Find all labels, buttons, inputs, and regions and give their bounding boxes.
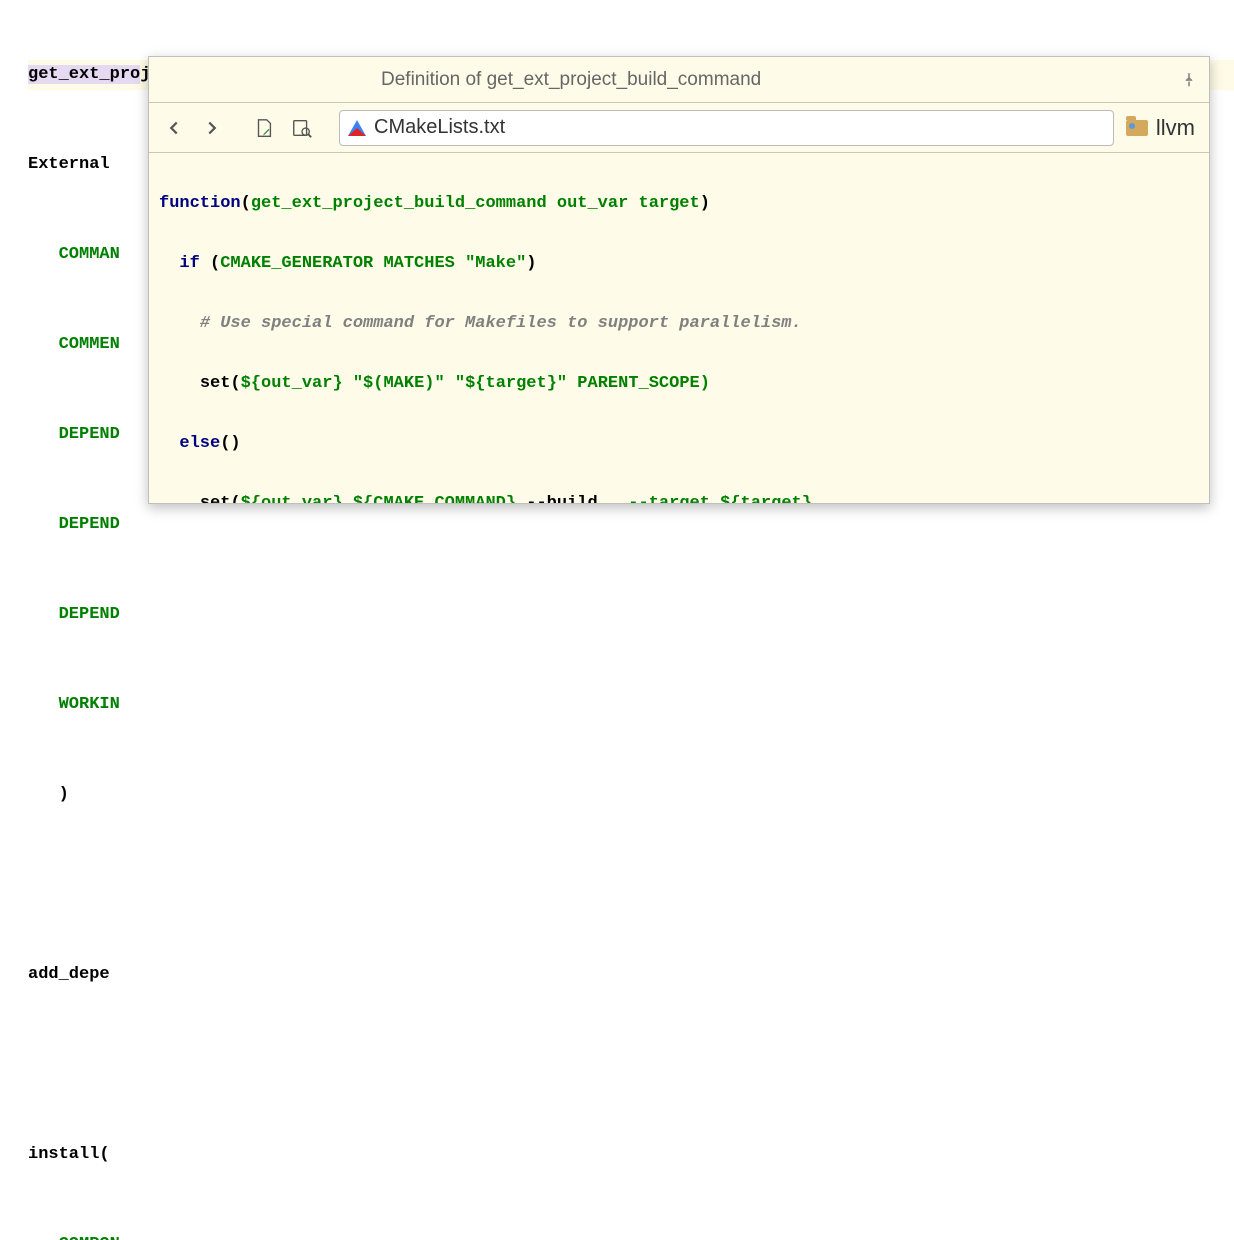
file-path-box[interactable]: CMakeLists.txt: [339, 110, 1114, 146]
code-line: WORKIN: [28, 690, 1234, 720]
project-root-label: llvm: [1156, 115, 1195, 141]
pin-icon[interactable]: [1179, 70, 1199, 90]
code-line: set(${out_var} ${CMAKE_COMMAND} --build …: [159, 489, 1199, 503]
definition-popup: Definition of get_ext_project_build_comm…: [148, 56, 1210, 504]
code-line: add_depe: [28, 960, 1234, 990]
cmake-file-icon: [348, 120, 366, 136]
code-line: set(${out_var} "$(MAKE)" "${target}" PAR…: [159, 369, 1199, 399]
popup-header: Definition of get_ext_project_build_comm…: [149, 57, 1209, 103]
folder-icon: [1126, 120, 1148, 136]
code-line: install(: [28, 1140, 1234, 1170]
code-line: COMPON: [28, 1230, 1234, 1240]
code-line: else(): [159, 429, 1199, 459]
file-path-text: CMakeLists.txt: [374, 116, 505, 139]
code-line: ): [28, 780, 1234, 810]
code-line: # Use special command for Makefiles to s…: [159, 309, 1199, 339]
forward-button[interactable]: [197, 113, 227, 143]
code-line: function(get_ext_project_build_command o…: [159, 189, 1199, 219]
find-usages-button[interactable]: [287, 113, 317, 143]
code-line: if (CMAKE_GENERATOR MATCHES "Make"): [159, 249, 1199, 279]
code-line: DEPEND: [28, 510, 1234, 540]
popup-title: Definition of get_ext_project_build_comm…: [381, 69, 761, 91]
code-line: [28, 870, 1234, 900]
edit-source-button[interactable]: [249, 113, 279, 143]
popup-code[interactable]: function(get_ext_project_build_command o…: [149, 153, 1209, 503]
code-line: DEPEND: [28, 600, 1234, 630]
code-line: [28, 1050, 1234, 1080]
project-root[interactable]: llvm: [1122, 115, 1199, 141]
back-button[interactable]: [159, 113, 189, 143]
popup-toolbar: CMakeLists.txt llvm: [149, 103, 1209, 153]
